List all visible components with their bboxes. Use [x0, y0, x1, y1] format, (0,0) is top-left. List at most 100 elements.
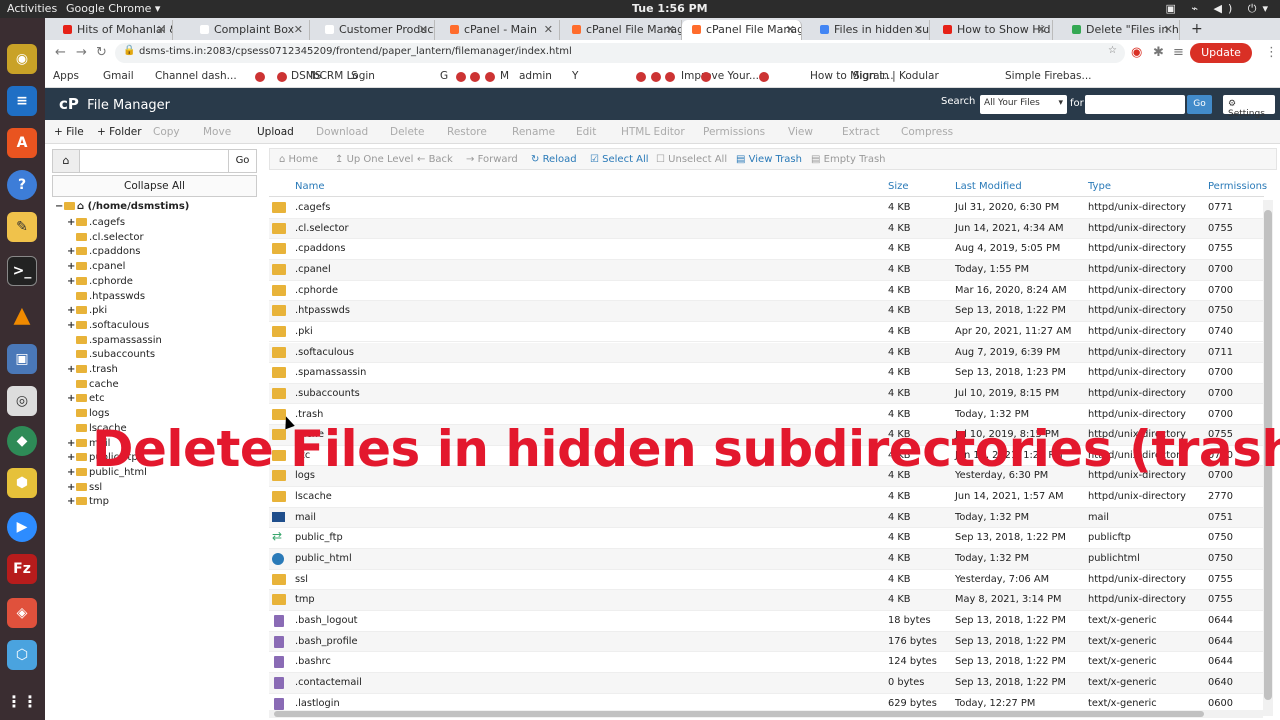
tree-node[interactable]: .htpasswds — [67, 291, 145, 305]
system-tray[interactable]: ▣ ⌁ ◀) ⏻▾ — [1166, 2, 1274, 16]
column-size[interactable]: Size — [888, 181, 909, 192]
tree-node[interactable]: + ssl — [67, 482, 102, 496]
vlc-icon[interactable]: ▲ — [7, 300, 37, 330]
tree-node[interactable]: cache — [67, 379, 119, 393]
expand-plus-icon[interactable]: + — [67, 467, 76, 478]
tree-node[interactable]: + etc — [67, 393, 105, 407]
toolbar-button[interactable]: + Folder — [97, 126, 142, 138]
close-icon[interactable]: ✕ — [1037, 23, 1046, 36]
file-row[interactable]: .bash_profile 176 bytes Sep 13, 2018, 1:22… — [269, 631, 1264, 653]
file-row[interactable]: public_html 4 KB Today, 1:32 PM publichtml 0… — [269, 549, 1264, 570]
search-scope-select[interactable]: All Your Files ▾ — [980, 95, 1067, 114]
software-center-icon[interactable]: A — [7, 128, 37, 158]
update-button[interactable]: Update — [1190, 43, 1252, 63]
bookmark-item[interactable]: Channel dash... — [155, 70, 237, 82]
file-row[interactable]: .pki 4 KB Apr 20, 2021, 11:27 AM httpd/unix… — [269, 322, 1264, 343]
file-row[interactable]: .bashrc 124 bytes Sep 13, 2018, 1:22 PM tex… — [269, 652, 1264, 673]
bookmark-item[interactable] — [456, 72, 466, 82]
column-name[interactable]: Name — [295, 181, 325, 192]
tree-node[interactable]: + .cagefs — [67, 217, 125, 231]
tab[interactable]: Customer Product ✕ — [315, 20, 435, 40]
nav-button[interactable]: ▤ Empty Trash — [811, 154, 886, 165]
toolbar-button[interactable]: View — [788, 126, 813, 138]
file-row[interactable]: ssl 4 KB Yesterday, 7:06 AM httpd/unix-dire… — [269, 570, 1264, 591]
show-apps-icon[interactable]: ⋮⋮ — [6, 686, 38, 716]
tree-node[interactable]: .subaccounts — [67, 349, 155, 363]
nav-button[interactable]: ⌂ Home — [279, 154, 318, 165]
bookmark-item[interactable]: G — [440, 70, 448, 82]
bookmark-item[interactable]: Improve Your... — [681, 70, 759, 82]
home-icon[interactable]: ⌂ — [53, 150, 80, 172]
bookmark-item[interactable] — [277, 72, 287, 82]
tree-node[interactable]: + .softaculous — [67, 320, 149, 334]
toolbar-button[interactable]: Restore — [447, 126, 487, 138]
toolbar-button[interactable]: HTML Editor — [621, 126, 685, 138]
toolbar-button[interactable]: Copy — [153, 126, 180, 138]
bookmark-item[interactable]: Sign in | Kodular — [853, 70, 939, 82]
toolbar-button[interactable]: Extract — [842, 126, 880, 138]
tree-node[interactable]: + tmp — [67, 496, 109, 510]
tab[interactable]: cPanel File Manag ✕ — [562, 20, 682, 40]
tab[interactable]: Files in hidden sub ✕ — [810, 20, 930, 40]
activities-button[interactable]: Activities — [7, 2, 57, 15]
expand-plus-icon[interactable]: + — [67, 276, 76, 287]
puzzle-icon[interactable]: ✱ — [1153, 45, 1164, 60]
bookmark-item[interactable]: lbCRM Login — [310, 70, 375, 82]
filezilla-icon[interactable]: Fz — [7, 554, 37, 584]
toolbar-button[interactable]: Permissions — [703, 126, 765, 138]
column-permissions[interactable]: Permissions — [1208, 181, 1267, 192]
expand-plus-icon[interactable]: + — [67, 496, 76, 507]
new-tab-button[interactable]: + — [1191, 21, 1203, 37]
file-row[interactable]: .subaccounts 4 KB Jul 10, 2019, 8:15 PM htt… — [269, 383, 1264, 405]
extension-icon[interactable]: ◉ — [1131, 45, 1142, 60]
close-icon[interactable]: ✕ — [786, 23, 795, 36]
image-viewer-icon[interactable]: ▣ — [7, 344, 37, 374]
bookmark-item[interactable] — [255, 72, 265, 82]
collapse-minus-icon[interactable]: − — [55, 201, 64, 212]
help-icon[interactable]: ? — [7, 170, 37, 200]
expand-plus-icon[interactable]: + — [67, 452, 76, 463]
toolbar-button[interactable]: Rename — [512, 126, 555, 138]
tab[interactable]: How to Show Hid ✕ — [933, 20, 1053, 40]
expand-plus-icon[interactable]: + — [67, 393, 76, 404]
nav-button[interactable]: ☐ Unselect All — [656, 154, 727, 165]
file-row[interactable]: tmp 4 KB May 8, 2021, 3:14 PM httpd/unix-di… — [269, 590, 1264, 611]
nav-button[interactable]: ↥ Up One Level — [335, 154, 413, 165]
file-row[interactable]: .cpaddons 4 KB Aug 4, 2019, 5:05 PM httpd/u… — [269, 239, 1264, 260]
expand-plus-icon[interactable]: + — [67, 364, 76, 375]
path-go-button[interactable]: Go — [228, 150, 256, 172]
bookmark-item[interactable] — [470, 72, 480, 82]
file-row[interactable]: mail 4 KB Today, 1:32 PM mail 0751 — [269, 507, 1264, 529]
file-row[interactable]: .bash_logout 18 bytes Sep 13, 2018, 1:22 P… — [269, 611, 1264, 632]
tab[interactable]: cPanel - Main ✕ — [440, 20, 560, 40]
android-studio-icon[interactable]: ◆ — [7, 426, 37, 456]
bookmark-item[interactable] — [665, 72, 675, 82]
expand-plus-icon[interactable]: + — [67, 217, 76, 228]
toolbar-button[interactable]: Upload — [257, 126, 294, 138]
nav-button[interactable]: ▤ View Trash — [736, 154, 802, 165]
bookmark-item[interactable] — [636, 72, 646, 82]
writer-icon[interactable]: ≡ — [7, 86, 37, 116]
file-row[interactable]: .htpasswds 4 KB Sep 13, 2018, 1:22 PM httpd… — [269, 301, 1264, 322]
expand-plus-icon[interactable]: + — [67, 438, 76, 449]
close-icon[interactable]: ✕ — [544, 23, 553, 36]
back-arrow-icon[interactable]: ← — [55, 45, 66, 60]
file-row[interactable]: lscache 4 KB Jun 14, 2021, 1:57 AM httpd/un… — [269, 487, 1264, 508]
tab[interactable]: Delete "Files in hi ✕ — [1062, 20, 1180, 40]
app-menu[interactable]: Google Chrome ▾ — [66, 2, 160, 15]
nav-button[interactable]: → Forward — [466, 154, 518, 165]
url-field[interactable]: 🔒 dsms-tims.in:2083/cpsess0712345209/fro… — [115, 43, 1125, 63]
cube-app-icon[interactable]: ⬢ — [7, 468, 37, 498]
anydesk-icon[interactable]: ◈ — [7, 598, 37, 628]
bookmark-item[interactable]: Apps — [53, 70, 79, 82]
column-type[interactable]: Type — [1088, 181, 1111, 192]
file-row[interactable]: ⇄ public_ftp 4 KB Sep 13, 2018, 1:22 PM publ… — [269, 528, 1264, 549]
tree-node[interactable]: + .cpanel — [67, 261, 125, 275]
forward-arrow-icon[interactable]: → — [76, 45, 87, 60]
terminal-icon[interactable]: >_ — [7, 256, 37, 286]
file-row[interactable]: .cphorde 4 KB Mar 16, 2020, 8:24 AM httpd/u… — [269, 281, 1264, 302]
tree-node[interactable]: + .cphorde — [67, 276, 133, 290]
bookmark-item[interactable]: admin — [519, 70, 552, 82]
close-icon[interactable]: ✕ — [914, 23, 923, 36]
tree-node[interactable]: + .trash — [67, 364, 118, 378]
